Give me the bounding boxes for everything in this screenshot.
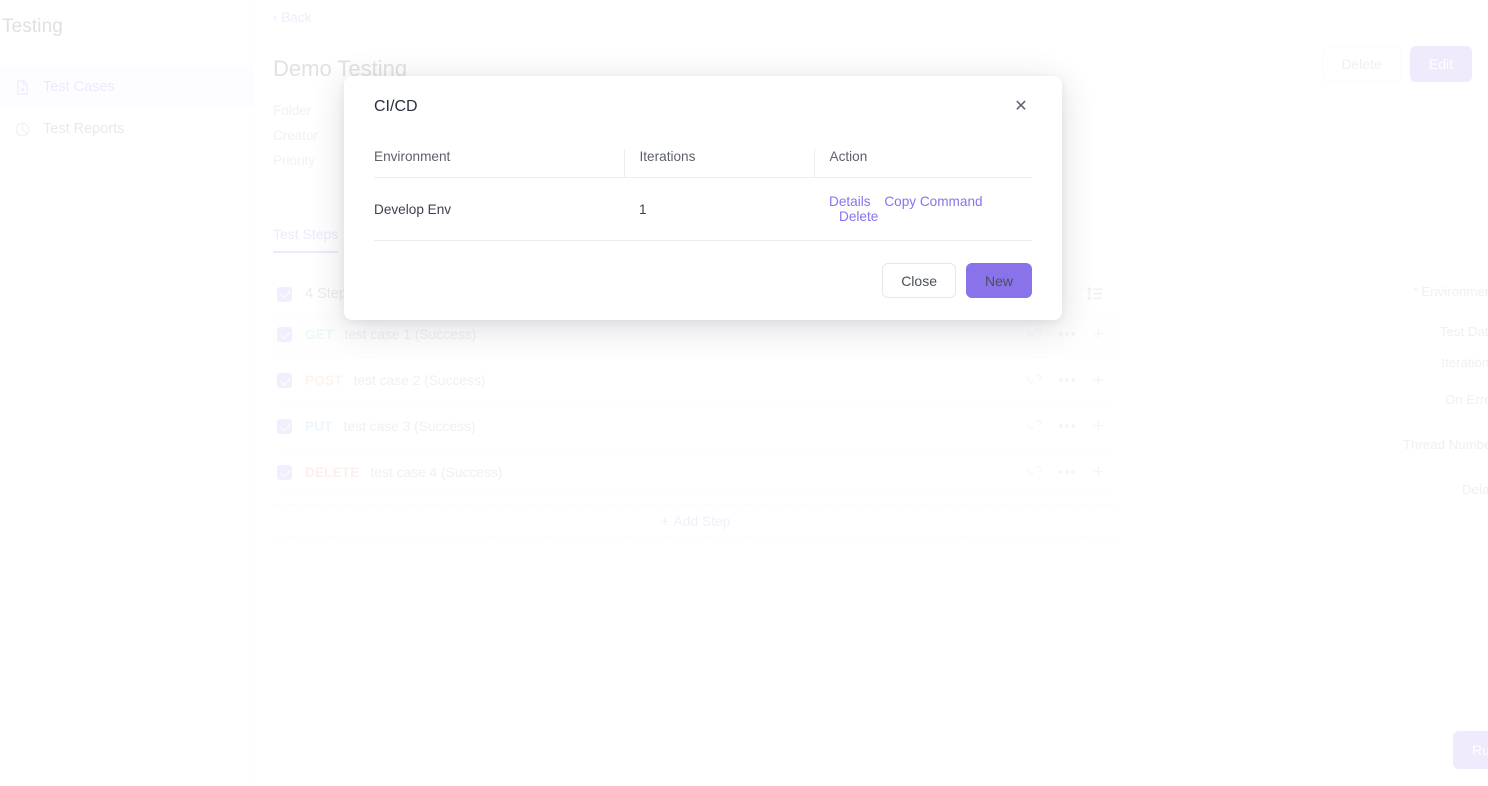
- table-header: Environment Iterations Action: [374, 149, 1032, 178]
- table-body: Develop Env 1 Details Copy Command Delet…: [374, 177, 1032, 241]
- modal-new-button[interactable]: New: [965, 263, 1032, 298]
- modal-header: CI/CD ✕: [374, 98, 1032, 117]
- app-root: Testing Test Cases Test Reports ‹ Back D…: [0, 0, 1488, 786]
- close-icon[interactable]: ✕: [1010, 95, 1032, 117]
- table-row: Develop Env 1 Details Copy Command Delet…: [374, 177, 1032, 241]
- modal-body: Environment Iterations Action Develop En…: [374, 149, 1032, 241]
- cell-actions: Details Copy Command Delete: [814, 177, 1032, 241]
- cicd-table: Environment Iterations Action Develop En…: [374, 149, 1032, 241]
- column-header-environment: Environment: [374, 149, 624, 178]
- details-link[interactable]: Details: [829, 194, 871, 209]
- column-header-action: Action: [813, 149, 1032, 178]
- delete-link[interactable]: Delete: [839, 209, 878, 224]
- modal-footer: Close New: [374, 263, 1032, 298]
- modal-close-button[interactable]: Close: [882, 263, 956, 298]
- column-header-iterations: Iterations: [623, 149, 814, 178]
- cell-environment: Develop Env: [374, 177, 624, 241]
- cell-iterations: 1: [624, 177, 814, 241]
- copy-command-link[interactable]: Copy Command: [884, 194, 982, 209]
- cicd-modal: CI/CD ✕ Environment Iterations Action De…: [344, 76, 1062, 320]
- modal-title: CI/CD: [374, 98, 418, 115]
